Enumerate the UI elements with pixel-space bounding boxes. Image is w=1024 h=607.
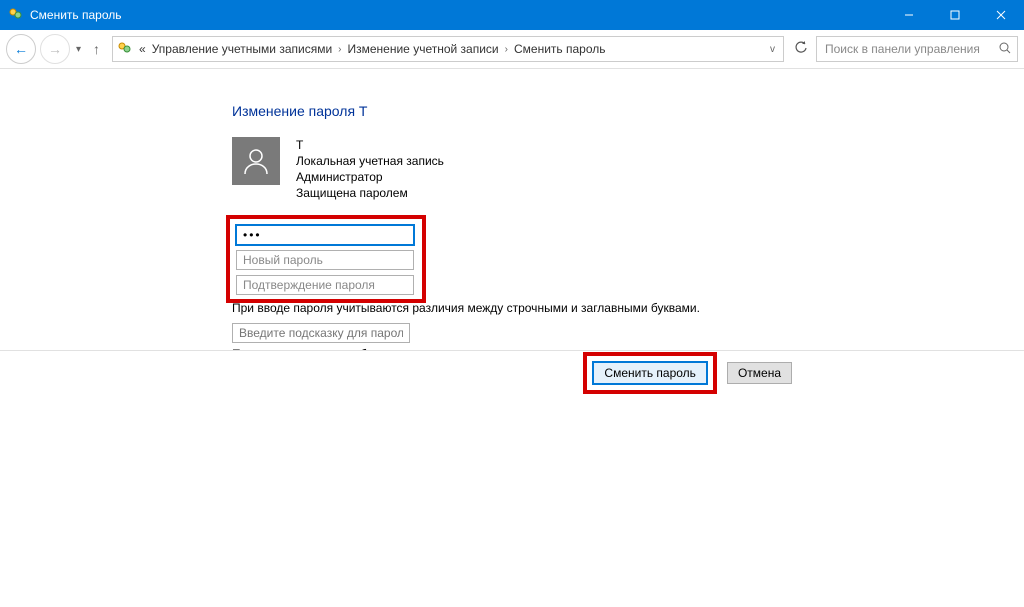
chevron-right-icon: › xyxy=(505,44,508,55)
address-dropdown[interactable]: v xyxy=(766,44,779,55)
refresh-button[interactable] xyxy=(790,41,812,58)
search-box[interactable] xyxy=(816,36,1018,62)
cancel-button[interactable]: Отмена xyxy=(727,362,792,384)
user-accounts-icon xyxy=(117,41,133,57)
page-heading: Изменение пароля T xyxy=(232,103,1024,119)
highlight-change-button: Сменить пароль xyxy=(583,352,717,394)
navigation-bar: ← → ▾ ↑ « Управление учетными записями ›… xyxy=(0,30,1024,69)
search-input[interactable] xyxy=(823,41,999,57)
user-name: T xyxy=(296,137,444,153)
new-password-input[interactable] xyxy=(236,250,414,270)
user-role: Администратор xyxy=(296,169,444,185)
search-icon xyxy=(999,42,1011,57)
forward-button[interactable]: → xyxy=(40,34,70,64)
current-password-input[interactable] xyxy=(236,225,414,245)
user-protection: Защищена паролем xyxy=(296,185,444,201)
close-button[interactable] xyxy=(978,0,1024,30)
user-account-type: Локальная учетная запись xyxy=(296,153,444,169)
back-button[interactable]: ← xyxy=(6,34,36,64)
password-hint-input[interactable] xyxy=(232,323,410,343)
window-title: Сменить пароль xyxy=(30,8,886,22)
breadcrumb-prefix: « xyxy=(139,42,146,56)
content-area: Изменение пароля T T Локальная учетная з… xyxy=(0,69,1024,361)
maximize-button[interactable] xyxy=(932,0,978,30)
history-dropdown[interactable]: ▾ xyxy=(74,44,83,55)
user-info-block: T Локальная учетная запись Администратор… xyxy=(232,137,1024,201)
chevron-right-icon: › xyxy=(338,44,341,55)
up-button[interactable]: ↑ xyxy=(87,41,106,57)
minimize-button[interactable] xyxy=(886,0,932,30)
address-bar[interactable]: « Управление учетными записями › Изменен… xyxy=(112,36,784,62)
case-sensitive-note: При вводе пароля учитываются различия ме… xyxy=(232,301,1024,315)
change-password-button[interactable]: Сменить пароль xyxy=(593,362,707,384)
footer-bar: Сменить пароль Отмена xyxy=(0,350,1024,395)
breadcrumb-item-3[interactable]: Сменить пароль xyxy=(514,42,606,56)
breadcrumb-item-1[interactable]: Управление учетными записями xyxy=(152,42,332,56)
app-icon xyxy=(8,7,24,23)
confirm-password-input[interactable] xyxy=(236,275,414,295)
window-titlebar: Сменить пароль xyxy=(0,0,1024,30)
breadcrumb-item-2[interactable]: Изменение учетной записи xyxy=(348,42,499,56)
highlight-password-inputs xyxy=(226,215,426,303)
user-avatar xyxy=(232,137,280,185)
